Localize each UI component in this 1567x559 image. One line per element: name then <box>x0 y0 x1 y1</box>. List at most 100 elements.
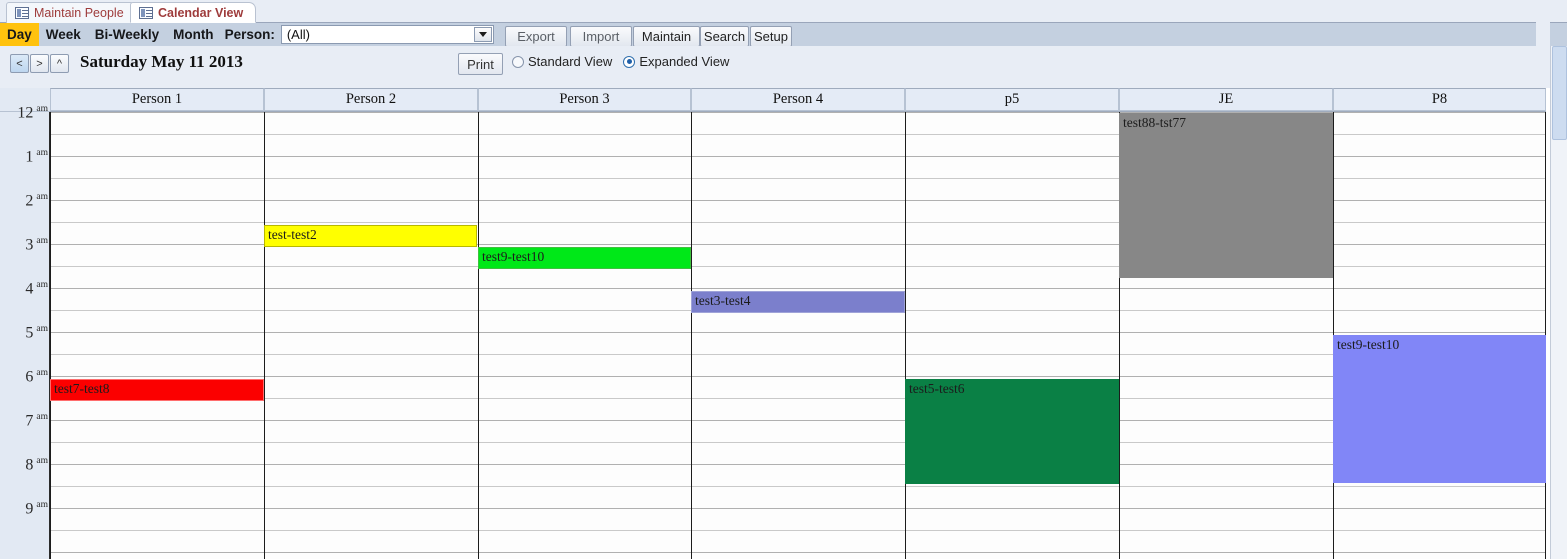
calendar-event[interactable]: test7-test8 <box>50 379 264 401</box>
column-header-p5[interactable]: p5 <box>905 88 1119 111</box>
chevron-down-icon[interactable] <box>473 27 492 42</box>
person-filter-select[interactable]: (All) <box>280 25 494 44</box>
grid-hour-line <box>50 486 1546 487</box>
tab-label: Maintain People <box>34 6 124 20</box>
column-header-label: p5 <box>1004 91 1020 107</box>
column-header-row: Person 1 Person 2 Person 3 Person 4 p5 JE P8 <box>50 88 1546 112</box>
column-header-person-1[interactable]: Person 1 <box>50 88 264 111</box>
calendar-event-title: test88-tst77 <box>1123 115 1186 130</box>
page-title: Saturday May 11 2013 <box>80 52 243 71</box>
grid-column-line <box>905 112 906 559</box>
grid-column-line <box>478 112 479 559</box>
hour-label-2am: 2 am <box>0 192 48 210</box>
setup-button[interactable]: Setup <box>750 26 792 47</box>
grid-hour-line <box>50 552 1546 553</box>
hour-number: 1 <box>25 148 34 166</box>
up-button[interactable]: ^ <box>50 54 69 73</box>
calendar-body: test-test2 test9-test10 test3-test4 test7-t… <box>50 112 1546 559</box>
column-header-label: Person 3 <box>559 91 610 107</box>
grid-column-line <box>691 112 692 559</box>
maintain-button[interactable]: Maintain <box>633 26 700 47</box>
radio-icon[interactable] <box>512 55 524 68</box>
hour-number: 12 <box>17 104 34 122</box>
column-header-label: Person 1 <box>131 91 183 107</box>
radio-label: Standard View <box>528 54 613 69</box>
column-header-person-2[interactable]: Person 2 <box>264 88 478 111</box>
grid-hour-line <box>50 530 1546 531</box>
calendar-event[interactable]: test3-test4 <box>691 291 905 313</box>
hour-label-5am: 5 am <box>0 324 48 342</box>
calendar-event-title: test-test2 <box>268 227 317 242</box>
column-header-label: Person 2 <box>345 91 397 107</box>
grid-hour-line <box>50 354 1546 355</box>
hour-meridiem: am <box>36 456 48 466</box>
hour-meridiem: am <box>36 412 48 422</box>
person-filter-value: (All) <box>286 27 310 42</box>
tab-label: Calendar View <box>158 5 244 20</box>
hour-number: 5 <box>25 324 34 342</box>
radio-expanded-view[interactable]: Expanded View <box>623 54 735 69</box>
next-day-button[interactable]: > <box>30 54 49 73</box>
hour-meridiem: am <box>36 104 48 114</box>
hour-meridiem: am <box>36 368 48 378</box>
radio-label: Expanded View <box>639 54 730 69</box>
hour-number: 8 <box>25 456 34 474</box>
hour-meridiem: am <box>36 280 48 290</box>
grid-column-line <box>264 112 265 559</box>
radio-icon[interactable] <box>623 55 636 68</box>
export-button[interactable]: Export <box>505 26 567 47</box>
calendar-event-title: test3-test4 <box>695 293 751 308</box>
prev-day-button[interactable]: < <box>10 54 29 73</box>
hour-label-12am: 12 am <box>0 104 48 122</box>
column-header-person-4[interactable]: Person 4 <box>691 88 905 111</box>
hour-label-6am: 6 am <box>0 368 48 386</box>
tab-maintain-people[interactable]: Maintain People <box>6 2 137 23</box>
vertical-scrollbar[interactable] <box>1550 46 1567 559</box>
search-button[interactable]: Search <box>700 26 749 47</box>
calendar-event-title: test9-test10 <box>1337 337 1400 352</box>
grid-hour-line <box>50 442 1546 443</box>
calendar-event[interactable]: test88-tst77 <box>1119 113 1333 278</box>
print-button[interactable]: Print <box>458 53 503 75</box>
view-mode-day[interactable]: Day <box>0 23 39 46</box>
top-right-filler <box>1536 0 1550 88</box>
calendar-event[interactable]: test5-test6 <box>905 379 1119 484</box>
form-icon <box>139 6 153 19</box>
view-mode-week[interactable]: Week <box>39 23 88 46</box>
hour-label-7am: 7 am <box>0 412 48 430</box>
hour-meridiem: am <box>36 324 48 334</box>
hour-meridiem: am <box>36 500 48 510</box>
hour-meridiem: am <box>36 236 48 246</box>
calendar-event-title: test7-test8 <box>54 381 110 396</box>
calendar-event-title: test9-test10 <box>482 249 545 264</box>
calendar-event[interactable]: test9-test10 <box>478 247 691 269</box>
access-calendar-window: Maintain People Calendar View Day Week B… <box>0 0 1567 559</box>
calendar-event[interactable]: test-test2 <box>264 225 477 247</box>
hour-label-9am: 9 am <box>0 500 48 518</box>
hour-number: 4 <box>25 280 34 298</box>
hour-meridiem: am <box>36 148 48 158</box>
view-mode-month[interactable]: Month <box>166 23 220 46</box>
hour-label-1am: 1 am <box>0 148 48 166</box>
import-button[interactable]: Import <box>570 26 632 47</box>
hour-number: 6 <box>25 368 34 386</box>
view-mode-biweekly[interactable]: Bi-Weekly <box>88 23 166 46</box>
vertical-scrollbar-thumb[interactable] <box>1552 46 1567 140</box>
time-gutter: 12 am 1 am 2 am 3 am 4 am 5 am 6 am 7 am 8 am 9 am <box>0 88 50 559</box>
view-style-radio-group: Standard View Expanded View <box>508 51 740 72</box>
person-filter-label: Person: <box>224 27 275 42</box>
form-icon <box>15 7 29 19</box>
column-header-person-3[interactable]: Person 3 <box>478 88 691 111</box>
grid-hour-line <box>50 398 1546 399</box>
tab-calendar-view[interactable]: Calendar View <box>130 2 257 23</box>
column-header-p8[interactable]: P8 <box>1333 88 1546 111</box>
column-header-je[interactable]: JE <box>1119 88 1333 111</box>
hour-number: 9 <box>25 500 34 518</box>
radio-standard-view[interactable]: Standard View <box>512 54 618 69</box>
calendar-event[interactable]: test9-test10 <box>1333 335 1546 483</box>
calendar-event-title: test5-test6 <box>909 381 965 396</box>
grid-hour-line <box>50 508 1546 509</box>
grid-hour-line <box>50 464 1546 465</box>
hour-number: 7 <box>25 412 34 430</box>
calendar-grid: 12 am 1 am 2 am 3 am 4 am 5 am 6 am 7 am 8 am 9 am Person 1… <box>0 88 1567 559</box>
